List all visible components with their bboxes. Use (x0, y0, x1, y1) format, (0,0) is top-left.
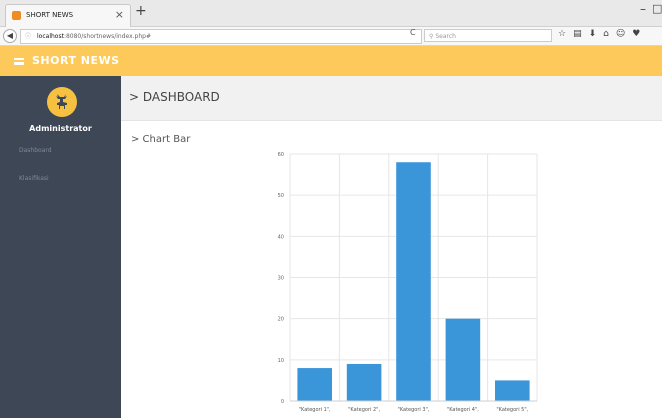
sync-icon[interactable]: ☺ (616, 29, 632, 39)
avatar (47, 87, 77, 117)
pocket-icon[interactable]: ♥ (632, 29, 647, 39)
panel-title: > Chart Bar (131, 134, 191, 145)
bar (396, 162, 431, 401)
bar (297, 368, 332, 401)
browser-tab[interactable]: SHORT NEWS × (5, 4, 131, 27)
url-host: localhost (37, 33, 64, 40)
browser-search-input[interactable]: ⚲ Search (424, 29, 552, 42)
browser-toolbar-icons: ☆▤⬇⌂☺♥ (558, 29, 647, 39)
x-tick-label: "Kategori 3", (398, 407, 430, 413)
y-tick-label: 20 (278, 317, 284, 323)
download-icon[interactable]: ⬇ (589, 29, 604, 39)
window-maximize-button[interactable]: □ (652, 2, 662, 15)
page-title: > DASHBOARD (129, 90, 220, 104)
x-tick-label: "Kategori 4", (447, 407, 479, 413)
sidebar-item-dashboard[interactable]: Dashboard (19, 147, 52, 154)
x-tick-label: "Kategori 5", (496, 407, 528, 413)
menu-toggle-icon[interactable] (14, 58, 24, 65)
bar-chart: 0 10 20 30 40 50 60 "Kategori 1", "Kategori 2", "… (278, 152, 538, 413)
browser-tab-bar: SHORT NEWS × + – □ (0, 0, 662, 27)
search-placeholder: Search (435, 33, 456, 40)
user-name: Administrator (29, 124, 92, 133)
brand-title[interactable]: SHORT NEWS (32, 54, 120, 67)
tab-title: SHORT NEWS (26, 11, 74, 19)
sidebar-item-klasifikasi[interactable]: Klasifikasi (19, 175, 49, 182)
home-icon[interactable]: ⌂ (603, 29, 616, 39)
page-info-icon[interactable]: ⓘ (25, 33, 31, 40)
bar (495, 380, 530, 401)
bar (346, 363, 382, 401)
site-favicon-icon (12, 11, 21, 20)
back-arrow-icon[interactable]: ◀ (3, 29, 17, 43)
sidebar: Administrator Dashboard Klasifikasi (0, 76, 121, 418)
deer-icon (56, 94, 67, 109)
url-bar[interactable]: ⓘ localhost:8080/shortnews/index.php# (20, 29, 422, 44)
bookmark-star-icon[interactable]: ☆ (558, 29, 573, 39)
y-tick-label: 40 (278, 234, 284, 240)
browser-nav-bar: ◀ ⓘ localhost:8080/shortnews/index.php# C… (0, 27, 662, 46)
page-header: > DASHBOARD (121, 76, 662, 121)
y-tick-label: 60 (278, 152, 284, 158)
window-minimize-button[interactable]: – (640, 2, 646, 16)
tab-close-icon[interactable]: × (115, 8, 124, 21)
y-tick-label: 0 (281, 399, 284, 405)
bar (445, 318, 481, 401)
y-tick-label: 50 (278, 193, 284, 199)
app-header: SHORT NEWS (0, 46, 662, 76)
new-tab-button[interactable]: + (135, 3, 147, 19)
y-tick-label: 30 (278, 276, 284, 282)
x-tick-label: "Kategori 2", (348, 407, 380, 413)
reload-icon[interactable]: C (410, 28, 416, 37)
x-tick-label: "Kategori 1", (299, 407, 331, 413)
y-tick-label: 10 (278, 358, 284, 364)
reading-list-icon[interactable]: ▤ (573, 29, 589, 39)
url-path: :8080/shortnews/index.php# (63, 33, 152, 40)
